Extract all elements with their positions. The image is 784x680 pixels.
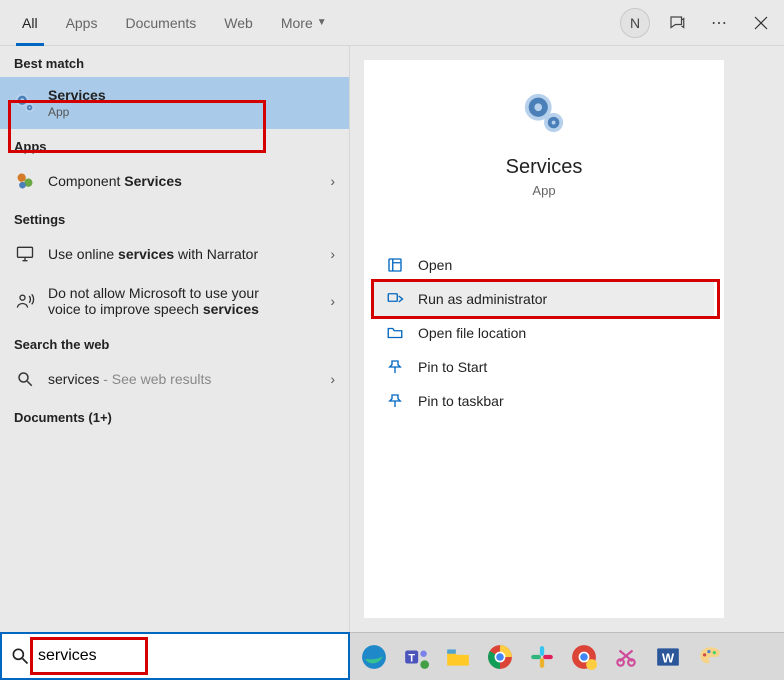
- best-match-sub: App: [48, 105, 106, 119]
- action-label: Open file location: [418, 325, 526, 341]
- result-component-services[interactable]: Component Services ›: [0, 160, 349, 202]
- detail-title: Services: [374, 156, 714, 179]
- feedback-icon[interactable]: [662, 8, 692, 38]
- search-icon: [14, 368, 36, 390]
- taskbar: T W: [350, 632, 784, 680]
- services-app-icon: [521, 90, 567, 136]
- tab-more-label: More: [281, 15, 313, 31]
- monitor-icon: [14, 243, 36, 265]
- pin-icon: [386, 358, 404, 376]
- search-icon: [10, 646, 30, 666]
- chevron-right-icon: ›: [330, 246, 335, 262]
- svg-text:W: W: [662, 650, 675, 665]
- taskbar-paint-icon[interactable]: [696, 643, 724, 671]
- taskbar-word-icon[interactable]: W: [654, 643, 682, 671]
- result-text-bold: Services: [124, 173, 182, 189]
- gear-icon: [14, 92, 36, 114]
- taskbar-edge-icon[interactable]: [360, 643, 388, 671]
- action-label: Run as administrator: [418, 291, 547, 307]
- search-input[interactable]: [38, 647, 340, 665]
- person-voice-icon: [14, 290, 36, 312]
- result-narrator-services[interactable]: Use online services with Narrator ›: [0, 233, 349, 275]
- taskbar-slack-icon[interactable]: [528, 643, 556, 671]
- section-best-match: Best match: [0, 46, 349, 77]
- search-filter-tabs: All Apps Documents Web More ▼ N ⋯: [0, 0, 784, 46]
- section-web: Search the web: [0, 327, 349, 358]
- best-match-title: Services: [48, 87, 106, 103]
- search-box[interactable]: [0, 632, 350, 680]
- pin-icon: [386, 392, 404, 410]
- action-pin-taskbar[interactable]: Pin to taskbar: [374, 384, 714, 418]
- result-best-match-services[interactable]: Services App: [0, 77, 349, 129]
- taskbar-snip-icon[interactable]: [612, 643, 640, 671]
- action-label: Pin to Start: [418, 359, 487, 375]
- result-text: with Narrator: [174, 246, 258, 262]
- web-term: services: [48, 371, 99, 387]
- tab-web[interactable]: Web: [210, 0, 267, 46]
- result-text-bold: services: [118, 246, 174, 262]
- taskbar-chrome-beta-icon[interactable]: [570, 643, 598, 671]
- action-label: Open: [418, 257, 452, 273]
- tab-all[interactable]: All: [8, 0, 52, 46]
- component-services-icon: [14, 170, 36, 192]
- folder-icon: [386, 324, 404, 342]
- action-label: Pin to taskbar: [418, 393, 504, 409]
- shield-admin-icon: [386, 290, 404, 308]
- svg-text:T: T: [408, 652, 415, 664]
- chevron-right-icon: ›: [330, 371, 335, 387]
- tab-more[interactable]: More ▼: [267, 0, 341, 46]
- section-documents: Documents (1+): [0, 400, 349, 431]
- result-text: Component: [48, 173, 124, 189]
- more-options-icon[interactable]: ⋯: [704, 8, 734, 38]
- tab-documents[interactable]: Documents: [111, 0, 210, 46]
- chevron-down-icon: ▼: [317, 17, 327, 28]
- results-pane: Best match Services App Apps Component S…: [0, 46, 350, 632]
- result-web-services[interactable]: services - See web results ›: [0, 358, 349, 400]
- result-text-bold: services: [203, 301, 259, 317]
- taskbar-teams-icon[interactable]: T: [402, 643, 430, 671]
- detail-sub: App: [374, 183, 714, 198]
- open-icon: [386, 256, 404, 274]
- close-icon[interactable]: [746, 8, 776, 38]
- section-apps: Apps: [0, 129, 349, 160]
- taskbar-chrome-icon[interactable]: [486, 643, 514, 671]
- detail-panel: Services App Open Run as administrator: [364, 60, 724, 618]
- web-hint: - See web results: [99, 371, 211, 387]
- section-settings: Settings: [0, 202, 349, 233]
- chevron-right-icon: ›: [330, 293, 335, 309]
- action-open[interactable]: Open: [374, 248, 714, 282]
- action-run-as-admin[interactable]: Run as administrator: [374, 282, 714, 316]
- action-open-file-location[interactable]: Open file location: [374, 316, 714, 350]
- result-speech-services[interactable]: Do not allow Microsoft to use your voice…: [0, 275, 349, 327]
- chevron-right-icon: ›: [330, 173, 335, 189]
- user-avatar[interactable]: N: [620, 8, 650, 38]
- result-text: Use online: [48, 246, 118, 262]
- tab-apps[interactable]: Apps: [52, 0, 112, 46]
- taskbar-explorer-icon[interactable]: [444, 643, 472, 671]
- action-pin-start[interactable]: Pin to Start: [374, 350, 714, 384]
